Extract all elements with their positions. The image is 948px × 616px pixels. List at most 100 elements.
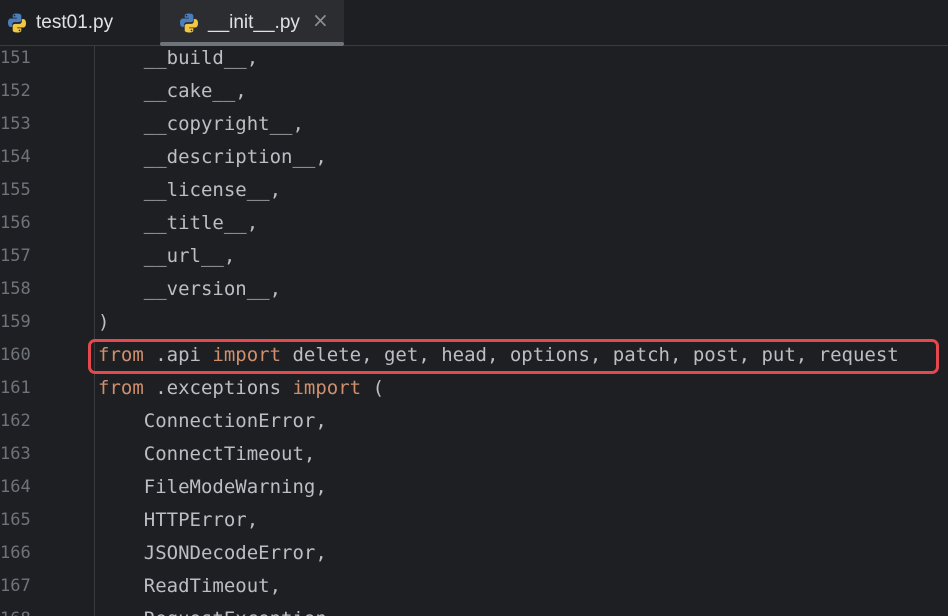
code-text: HTTPError, bbox=[98, 504, 258, 537]
editor-tab-bar: test01.py __init__.py × bbox=[0, 0, 948, 46]
code-line: 164 FileModeWarning, bbox=[0, 471, 948, 504]
code-line: 151 __build__, bbox=[0, 46, 948, 75]
line-number: 154 bbox=[0, 147, 31, 167]
code-token: __url__, bbox=[143, 245, 236, 267]
code-text: ) bbox=[98, 306, 109, 339]
code-token: __title__, bbox=[143, 212, 259, 234]
code-token: ) bbox=[98, 311, 110, 333]
code-line: 157 __url__, bbox=[0, 240, 948, 273]
code-line: 163 ConnectTimeout, bbox=[0, 438, 948, 471]
line-number: 164 bbox=[0, 477, 31, 497]
keyword-token: import bbox=[212, 344, 282, 366]
code-token: RequestException, bbox=[144, 608, 338, 616]
tab-init-py[interactable]: __init__.py × bbox=[160, 0, 344, 46]
code-line-highlighted: 160 from .api import delete, get, head, o… bbox=[0, 339, 948, 372]
code-token: .exceptions bbox=[143, 377, 293, 399]
code-line: 154 __description__, bbox=[0, 141, 948, 174]
code-text: __copyright__, bbox=[98, 108, 304, 141]
line-number: 168 bbox=[0, 603, 31, 616]
code-text: __license__, bbox=[98, 174, 281, 207]
line-number: 167 bbox=[0, 576, 31, 596]
code-token: __cake__, bbox=[143, 80, 247, 102]
line-number: 157 bbox=[0, 246, 31, 266]
code-line: 166 JSONDecodeError, bbox=[0, 537, 948, 570]
code-token: delete, get, head, options, patch, post,… bbox=[281, 344, 899, 366]
code-token: ( bbox=[361, 377, 385, 399]
code-editor[interactable]: 151 __build__, 152 __cake__, 153 __copyrig… bbox=[0, 46, 948, 616]
code-token: JSONDecodeError, bbox=[143, 542, 327, 564]
code-line: 158 __version__, bbox=[0, 273, 948, 306]
code-token: __copyright__, bbox=[143, 113, 304, 135]
line-number: 153 bbox=[0, 114, 31, 134]
close-icon[interactable]: × bbox=[312, 8, 329, 32]
code-token: .api bbox=[143, 344, 213, 366]
code-text: JSONDecodeError, bbox=[98, 537, 327, 570]
code-text: ConnectTimeout, bbox=[98, 438, 316, 471]
code-line: 152 __cake__, bbox=[0, 75, 948, 108]
code-token: __description__, bbox=[143, 146, 327, 168]
code-text: __description__, bbox=[98, 141, 327, 174]
code-token: FileModeWarning, bbox=[143, 476, 327, 498]
line-number: 160 bbox=[0, 345, 31, 365]
python-icon bbox=[180, 13, 198, 33]
code-line: 159) bbox=[0, 306, 948, 339]
code-line: 165 HTTPError, bbox=[0, 504, 948, 537]
code-token: __version__, bbox=[143, 278, 282, 300]
code-line: 155 __license__, bbox=[0, 174, 948, 207]
code-line: 156 __title__, bbox=[0, 207, 948, 240]
code-token: __license__, bbox=[143, 179, 282, 201]
code-line: 161 from .exceptions import ( bbox=[0, 372, 948, 405]
code-text: RequestException, bbox=[98, 603, 338, 616]
line-number: 166 bbox=[0, 543, 31, 563]
code-line: 162 ConnectionError, bbox=[0, 405, 948, 438]
code-token: __build__, bbox=[143, 47, 259, 69]
code-text: ReadTimeout, bbox=[98, 570, 281, 603]
code-text: __url__, bbox=[98, 240, 236, 273]
code-token: ReadTimeout, bbox=[143, 575, 282, 597]
code-line: 167 ReadTimeout, bbox=[0, 570, 948, 603]
code-text: from .api import delete, get, head, opti… bbox=[98, 339, 899, 372]
line-number: 163 bbox=[0, 444, 31, 464]
python-icon bbox=[8, 13, 26, 33]
keyword-token: import bbox=[292, 377, 362, 399]
line-number: 156 bbox=[0, 213, 31, 233]
code-token: ConnectionError, bbox=[143, 410, 327, 432]
code-line: 168 RequestException, bbox=[0, 603, 948, 616]
code-text: ConnectionError, bbox=[98, 405, 327, 438]
line-number: 155 bbox=[0, 180, 31, 200]
line-number: 151 bbox=[0, 48, 31, 68]
code-text: __title__, bbox=[98, 207, 258, 240]
keyword-token: from bbox=[98, 344, 144, 366]
tab-label: test01.py bbox=[36, 12, 114, 33]
code-text: FileModeWarning, bbox=[98, 471, 327, 504]
line-number: 158 bbox=[0, 279, 31, 299]
line-number: 162 bbox=[0, 411, 31, 431]
code-line: 153 __copyright__, bbox=[0, 108, 948, 141]
code-text: __build__, bbox=[98, 46, 258, 75]
line-number: 152 bbox=[0, 81, 31, 101]
code-text: __version__, bbox=[98, 273, 281, 306]
line-number: 159 bbox=[0, 312, 31, 332]
tab-test01-py[interactable]: test01.py bbox=[0, 0, 160, 46]
code-text: from .exceptions import ( bbox=[98, 372, 384, 405]
keyword-token: from bbox=[98, 377, 144, 399]
code-token: ConnectTimeout, bbox=[143, 443, 316, 465]
code-text: __cake__, bbox=[98, 75, 247, 108]
line-number: 161 bbox=[0, 378, 31, 398]
line-number: 165 bbox=[0, 510, 31, 530]
